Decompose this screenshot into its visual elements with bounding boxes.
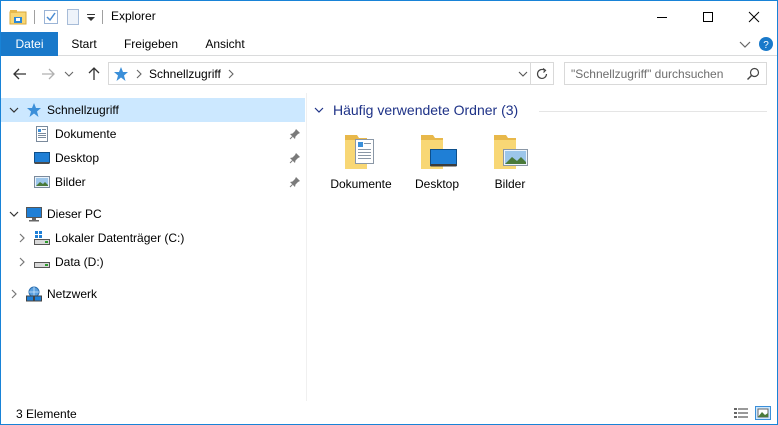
nav-label: Bilder	[55, 175, 86, 189]
nav-item-desktop[interactable]: Desktop	[1, 146, 305, 170]
pin-icon[interactable]	[289, 176, 301, 188]
drive-icon	[34, 254, 50, 270]
star-icon	[114, 67, 128, 81]
forward-button[interactable]	[39, 65, 57, 83]
breadcrumb-separator-icon[interactable]	[227, 68, 235, 80]
folder-label: Bilder	[494, 177, 526, 191]
nav-label: Desktop	[55, 151, 100, 165]
status-bar: 3 Elemente	[1, 401, 777, 424]
tab-freigeben[interactable]: Freigeben	[113, 32, 189, 56]
nav-item-netzwerk[interactable]: Netzwerk	[1, 282, 305, 306]
nav-item-dieser-pc[interactable]: Dieser PC	[1, 202, 305, 226]
explorer-window: Explorer Datei Start Freigeben Ansicht ?	[0, 0, 778, 425]
nav-label: Lokaler Datenträger (C:)	[55, 231, 185, 245]
nav-label: Dieser PC	[47, 207, 102, 221]
chevron-down-icon[interactable]	[8, 104, 20, 116]
nav-label: Dokumente	[55, 127, 117, 141]
details-view-icon[interactable]	[733, 406, 749, 420]
search-input[interactable]: "Schnellzugriff" durchsuchen	[564, 62, 767, 85]
chevron-right-icon[interactable]	[16, 256, 28, 268]
chevron-down-icon	[64, 71, 74, 77]
minimize-button[interactable]	[639, 1, 685, 32]
folder-label: Desktop	[414, 177, 460, 191]
help-icon[interactable]: ?	[758, 36, 774, 52]
new-folder-icon[interactable]	[66, 8, 80, 26]
folder-tile-bilder[interactable]: Bilder	[470, 127, 550, 197]
properties-icon[interactable]	[43, 8, 59, 26]
tab-ansicht[interactable]: Ansicht	[193, 32, 257, 56]
star-icon	[26, 102, 42, 118]
tab-start[interactable]: Start	[58, 32, 110, 56]
nav-item-bilder[interactable]: Bilder	[1, 170, 305, 194]
chevron-right-icon[interactable]	[8, 288, 20, 300]
chevron-down-icon	[518, 71, 528, 77]
ribbon-tab-bar: Datei Start Freigeben Ansicht ?	[1, 32, 777, 56]
navigation-pane: Schnellzugriff Dokumente Desktop Bilder …	[1, 93, 306, 401]
recent-locations-button[interactable]	[63, 65, 75, 83]
customize-toolbar-icon[interactable]	[86, 8, 96, 26]
close-icon	[748, 11, 760, 22]
arrow-left-icon	[13, 68, 26, 80]
title-separator	[102, 10, 103, 24]
svg-text:?: ?	[763, 40, 769, 51]
nav-label: Netzwerk	[47, 287, 98, 301]
refresh-icon	[536, 67, 548, 79]
content-pane: Häufig verwendete Ordner (3) Dokumente D…	[307, 93, 777, 401]
chevron-down-icon[interactable]	[8, 208, 20, 220]
maximize-button[interactable]	[685, 1, 731, 32]
group-title: Häufig verwendete Ordner (3)	[333, 102, 519, 118]
nav-item-dokumente[interactable]: Dokumente	[1, 122, 305, 146]
desktop-icon	[34, 150, 50, 166]
refresh-button[interactable]	[530, 63, 553, 84]
group-divider	[539, 111, 767, 112]
nav-item-schnellzugriff[interactable]: Schnellzugriff	[1, 98, 305, 122]
up-button[interactable]	[85, 65, 103, 83]
arrow-right-icon	[42, 68, 55, 80]
drive-c-icon	[34, 230, 50, 246]
back-button[interactable]	[11, 65, 29, 83]
search-icon[interactable]	[746, 67, 760, 84]
search-placeholder: "Schnellzugriff" durchsuchen	[571, 67, 724, 81]
documents-icon	[34, 126, 50, 142]
pin-icon[interactable]	[289, 152, 301, 164]
folder-app-icon	[9, 8, 27, 26]
expand-ribbon-icon[interactable]	[737, 36, 753, 52]
title-bar: Explorer	[1, 1, 777, 32]
folder-tile-desktop[interactable]: Desktop	[397, 127, 477, 197]
desktop-folder-icon	[417, 131, 457, 171]
arrow-up-icon	[88, 67, 100, 80]
nav-label: Data (D:)	[55, 255, 104, 269]
chevron-right-icon[interactable]	[16, 232, 28, 244]
folder-tile-dokumente[interactable]: Dokumente	[321, 127, 401, 197]
maximize-icon	[703, 11, 713, 22]
pictures-icon	[34, 174, 50, 190]
large-icons-view-icon[interactable]	[755, 406, 771, 420]
network-icon	[26, 286, 42, 302]
window-title: Explorer	[111, 9, 156, 23]
chevron-down-icon	[314, 107, 324, 113]
close-button[interactable]	[731, 1, 777, 32]
folder-label: Dokumente	[330, 177, 392, 191]
nav-item-lokaler-datentraeger[interactable]: Lokaler Datenträger (C:)	[1, 226, 305, 250]
computer-icon	[26, 206, 42, 222]
item-count: 3 Elemente	[16, 407, 77, 421]
nav-item-data-d[interactable]: Data (D:)	[1, 250, 305, 274]
pin-icon[interactable]	[289, 128, 301, 140]
breadcrumb-separator-icon	[136, 69, 142, 79]
documents-folder-icon	[341, 131, 381, 171]
title-separator	[34, 10, 35, 24]
pictures-folder-icon	[490, 131, 530, 171]
address-history-button[interactable]	[517, 67, 529, 84]
tab-datei[interactable]: Datei	[1, 32, 58, 56]
nav-label: Schnellzugriff	[47, 103, 119, 117]
minimize-icon	[657, 16, 667, 18]
group-header[interactable]: Häufig verwendete Ordner (3)	[313, 102, 518, 118]
breadcrumb-schnellzugriff[interactable]: Schnellzugriff	[149, 67, 221, 81]
address-bar[interactable]: Schnellzugriff	[108, 62, 554, 85]
